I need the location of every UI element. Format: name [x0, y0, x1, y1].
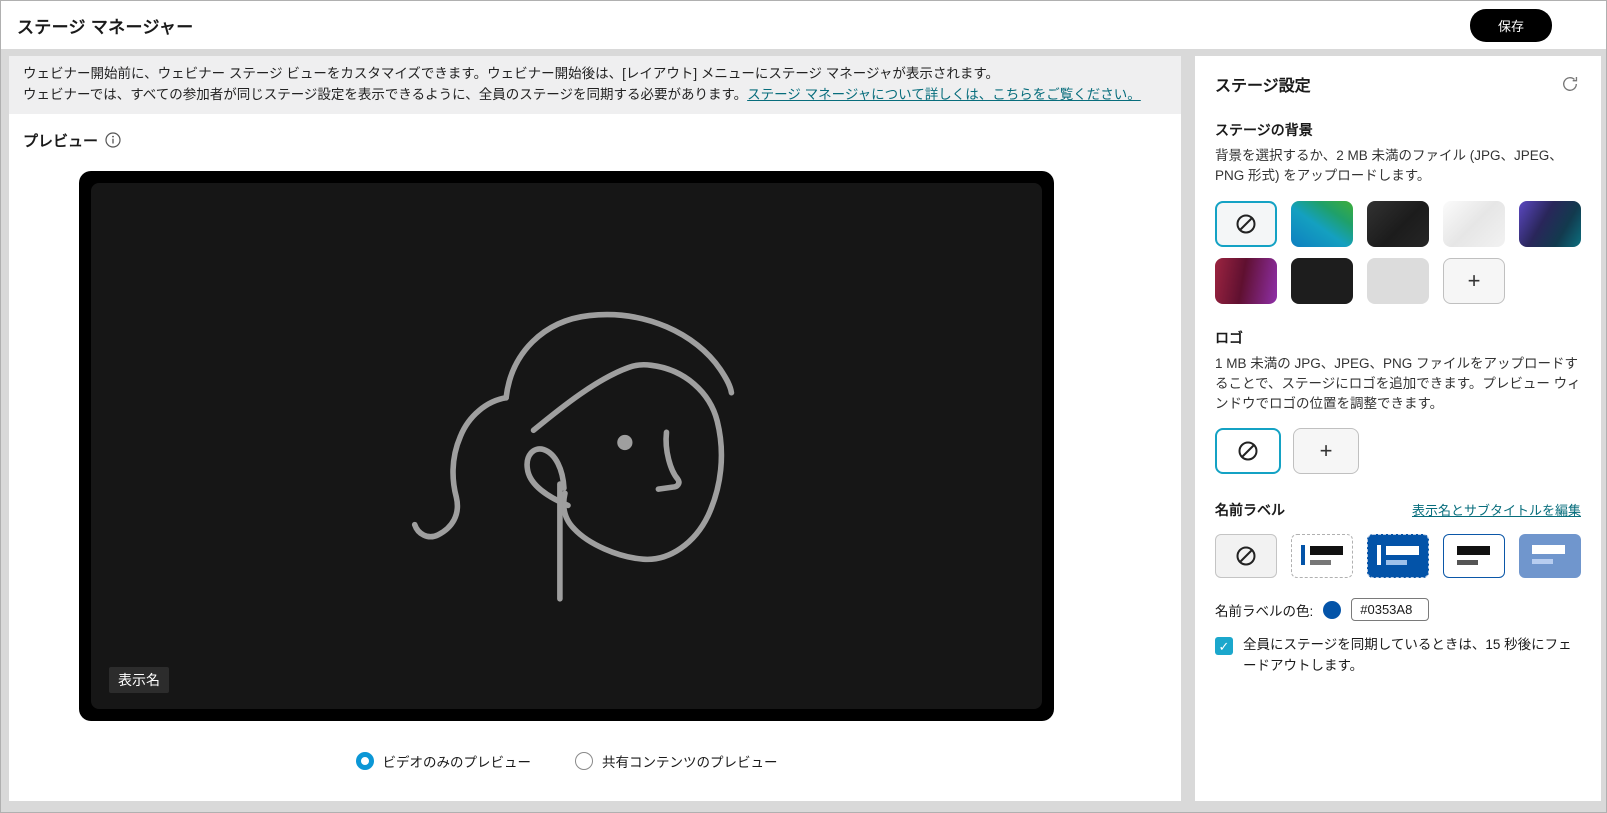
name-label-style-blue-accent[interactable]	[1367, 534, 1429, 578]
bg-swatch-red-purple[interactable]	[1215, 258, 1277, 304]
radio-selected-icon[interactable]	[356, 752, 374, 770]
bg-swatch-dark-swirl[interactable]	[1367, 201, 1429, 247]
logo-upload-button[interactable]: +	[1293, 428, 1359, 474]
sidebar-header: ステージ設定	[1215, 72, 1581, 96]
subtitle-bar	[1310, 560, 1331, 565]
avatar-placeholder-illustration	[387, 278, 747, 613]
name-label-style-translucent-blue[interactable]	[1519, 534, 1581, 578]
name-bar	[1457, 546, 1490, 555]
info-banner: ウェビナー開始前に、ウェビナー ステージ ビューをカスタマイズできます。ウェビナ…	[9, 56, 1181, 114]
name-bar	[1532, 545, 1565, 554]
logo-section-heading: ロゴ	[1215, 328, 1581, 348]
sync-fadeout-row: ✓ 全員にステージを同期しているときは、15 秒後にフェードアウトします。	[1215, 635, 1581, 676]
preview-panel: ウェビナー開始前に、ウェビナー ステージ ビューをカスタマイズできます。ウェビナ…	[9, 56, 1181, 801]
info-icon[interactable]	[105, 132, 121, 148]
logo-section-description: 1 MB 未満の JPG、JPEG、PNG ファイルをアップロードすることで、ス…	[1215, 354, 1581, 415]
display-name-label: 表示名	[109, 667, 169, 693]
preview-heading: プレビュー	[23, 130, 1181, 151]
accent-bar	[1377, 545, 1381, 565]
banner-line2: ウェビナーでは、すべての参加者が同じステージ設定を表示できるように、全員のステー…	[23, 85, 1167, 106]
subtitle-bar	[1532, 559, 1553, 564]
preview-mode-radios: ビデオのみのプレビュー 共有コンテンツのプレビュー	[79, 751, 1054, 771]
radio-shared-content-preview[interactable]: 共有コンテンツのプレビュー	[575, 751, 778, 771]
banner-line1: ウェビナー開始前に、ウェビナー ステージ ビューをカスタマイズできます。ウェビナ…	[23, 64, 1167, 85]
color-swatch-circle[interactable]	[1323, 601, 1341, 619]
name-label-color-row: 名前ラベルの色:	[1215, 598, 1581, 621]
logo-options: +	[1215, 428, 1581, 474]
refresh-icon	[1561, 75, 1579, 93]
top-bar: ステージ マネージャー 保存	[1, 1, 1606, 49]
background-section-description: 背景を選択するか、2 MB 未満のファイル (JPG、JPEG、PNG 形式) …	[1215, 146, 1581, 187]
name-label-style-options	[1215, 534, 1581, 578]
bg-swatch-purple-teal[interactable]	[1519, 201, 1581, 247]
background-swatch-grid: +	[1215, 201, 1585, 304]
save-button[interactable]: 保存	[1470, 9, 1552, 42]
edit-display-name-link[interactable]: 表示名とサブタイトルを編集	[1412, 500, 1581, 519]
page-title: ステージ マネージャー	[17, 13, 194, 38]
logo-none-selected[interactable]	[1215, 428, 1281, 474]
bg-swatch-none-selected[interactable]	[1215, 201, 1277, 247]
reset-button[interactable]	[1559, 73, 1581, 95]
radio-unselected-icon[interactable]	[575, 752, 593, 770]
subtitle-bar	[1386, 560, 1407, 565]
bg-swatch-light-swirl[interactable]	[1443, 201, 1505, 247]
name-label-heading: 名前ラベル	[1215, 500, 1285, 520]
stage-preview: 表示名	[79, 171, 1054, 721]
none-icon	[1237, 440, 1259, 462]
bg-swatch-black[interactable]	[1291, 258, 1353, 304]
bg-swatch-light-gray[interactable]	[1367, 258, 1429, 304]
stage-video-area: 表示名	[91, 183, 1042, 709]
radio-shared-content-label: 共有コンテンツのプレビュー	[602, 751, 778, 771]
name-label-header: 名前ラベル 表示名とサブタイトルを編集	[1215, 500, 1581, 520]
name-label-style-none[interactable]	[1215, 534, 1277, 578]
name-label-color-label: 名前ラベルの色:	[1215, 600, 1313, 620]
subtitle-bar	[1457, 560, 1478, 565]
name-label-style-light-accent[interactable]	[1291, 534, 1353, 578]
preview-title: プレビュー	[23, 130, 98, 151]
accent-bar	[1301, 545, 1305, 565]
radio-video-only-preview[interactable]: ビデオのみのプレビュー	[356, 751, 532, 771]
background-section-heading: ステージの背景	[1215, 120, 1581, 140]
sync-fadeout-checkbox-checked[interactable]: ✓	[1215, 637, 1233, 655]
sidebar-title: ステージ設定	[1215, 72, 1311, 96]
radio-video-only-label: ビデオのみのプレビュー	[383, 751, 532, 771]
none-icon	[1235, 545, 1257, 567]
sync-fadeout-text: 全員にステージを同期しているときは、15 秒後にフェードアウトします。	[1243, 635, 1581, 676]
name-label-style-light-plain[interactable]	[1443, 534, 1505, 578]
color-hex-input[interactable]	[1351, 598, 1429, 621]
bg-swatch-blue-green[interactable]	[1291, 201, 1353, 247]
stage-manager-help-link[interactable]: ステージ マネージャについて詳しくは、こちらをご覧ください。	[747, 87, 1141, 102]
bg-upload-button[interactable]: +	[1443, 258, 1505, 304]
none-icon	[1235, 213, 1257, 235]
name-bar	[1386, 546, 1419, 555]
name-bar	[1310, 546, 1343, 555]
stage-settings-sidebar: ステージ設定 ステージの背景 背景を選択するか、2 MB 未満のファイル (JP…	[1195, 56, 1601, 801]
